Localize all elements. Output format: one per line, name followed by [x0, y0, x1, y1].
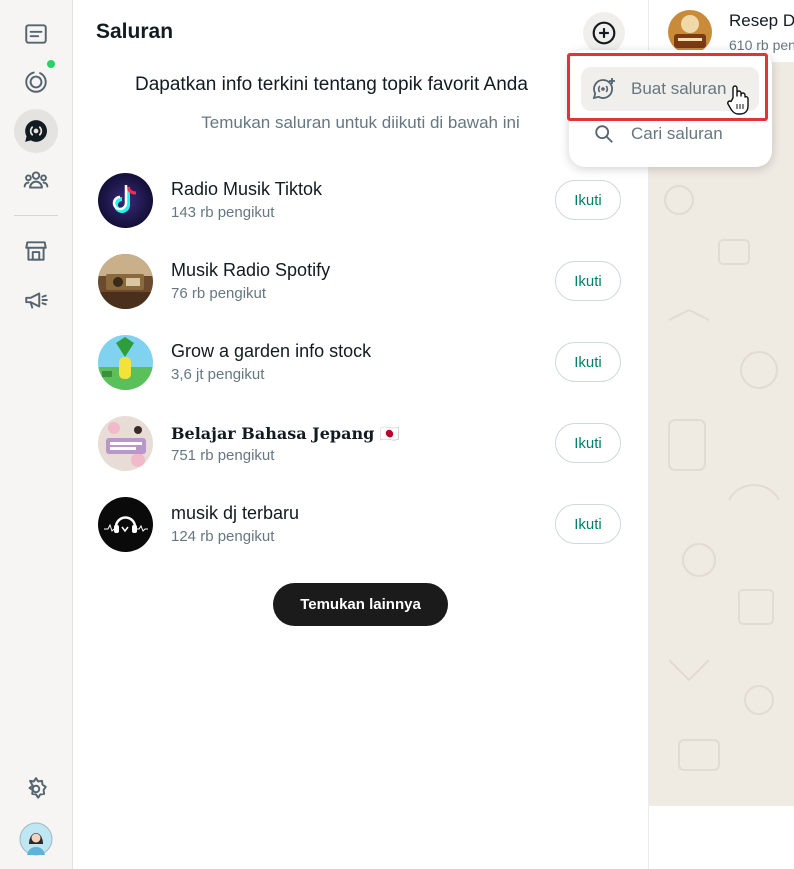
- list-item[interactable]: Musik Radio Spotify 76 rb pengikut Ikuti: [98, 252, 623, 312]
- channels-panel: Saluran Dapatkan info terkini tentang to…: [73, 0, 649, 869]
- composer-area: [649, 806, 794, 869]
- channel-avatar: [98, 335, 153, 390]
- channel-followers: 124 rb pengikut: [171, 528, 275, 545]
- discover-more-button[interactable]: Temukan lainnya: [273, 583, 448, 626]
- settings-icon[interactable]: [14, 767, 58, 811]
- channel-followers: 3,6 jt pengikut: [171, 366, 265, 383]
- follow-button[interactable]: Ikuti: [555, 342, 621, 382]
- page-title: Saluran: [96, 20, 174, 43]
- follow-button[interactable]: Ikuti: [555, 261, 621, 301]
- channel-name: Belajar Bahasa Jepang 🇯🇵: [171, 424, 400, 443]
- list-item[interactable]: Grow a garden info stock 3,6 jt pengikut…: [98, 333, 623, 393]
- rail-divider: [14, 215, 58, 216]
- create-channel-icon: [591, 76, 617, 102]
- status-dot: [47, 60, 55, 68]
- search-channel-item[interactable]: Cari saluran: [581, 112, 759, 156]
- chats-icon[interactable]: [14, 12, 58, 56]
- channel-name: Resep D: [729, 11, 794, 30]
- search-channel-label: Cari saluran: [631, 124, 723, 143]
- channel-avatar: [98, 497, 153, 552]
- subline: Temukan saluran untuk diikuti di bawah i…: [201, 113, 520, 132]
- create-channel-label: Buat saluran: [631, 79, 727, 98]
- channels-icon[interactable]: [14, 109, 58, 153]
- channel-name: Radio Musik Tiktok: [171, 179, 323, 199]
- list-item[interactable]: Radio Musik Tiktok 143 rb pengikut Ikuti: [98, 171, 623, 231]
- channel-avatar: [98, 254, 153, 309]
- plus-circle-icon: [592, 21, 616, 45]
- channel-avatar: [668, 10, 712, 54]
- channel-name: Grow a garden info stock: [171, 341, 372, 361]
- list-item[interactable]: Belajar Bahasa Jepang 🇯🇵 751 rb pengikut…: [98, 414, 623, 474]
- channel-avatar: [98, 416, 153, 471]
- follow-button[interactable]: Ikuti: [555, 423, 621, 463]
- follow-button[interactable]: Ikuti: [555, 504, 621, 544]
- add-channel-button[interactable]: [583, 12, 625, 54]
- communities-icon[interactable]: [14, 158, 58, 202]
- profile-avatar[interactable]: [14, 817, 58, 861]
- hand-cursor-icon: [727, 85, 749, 115]
- headline: Dapatkan info terkini tentang topik favo…: [135, 74, 528, 95]
- shop-icon[interactable]: [14, 229, 58, 273]
- channel-followers: 143 rb pengikut: [171, 204, 275, 221]
- nav-rail: [0, 0, 73, 869]
- megaphone-icon[interactable]: [14, 278, 58, 322]
- channel-followers: 751 rb pengikut: [171, 447, 275, 464]
- channel-followers: 76 rb pengikut: [171, 285, 267, 302]
- channel-name: musik dj terbaru: [171, 503, 300, 523]
- follow-button[interactable]: Ikuti: [555, 180, 621, 220]
- search-icon: [591, 121, 617, 147]
- channel-avatar: [98, 173, 153, 228]
- channel-name: Musik Radio Spotify: [171, 260, 331, 280]
- list-item[interactable]: musik dj terbaru 124 rb pengikut Ikuti: [98, 495, 623, 555]
